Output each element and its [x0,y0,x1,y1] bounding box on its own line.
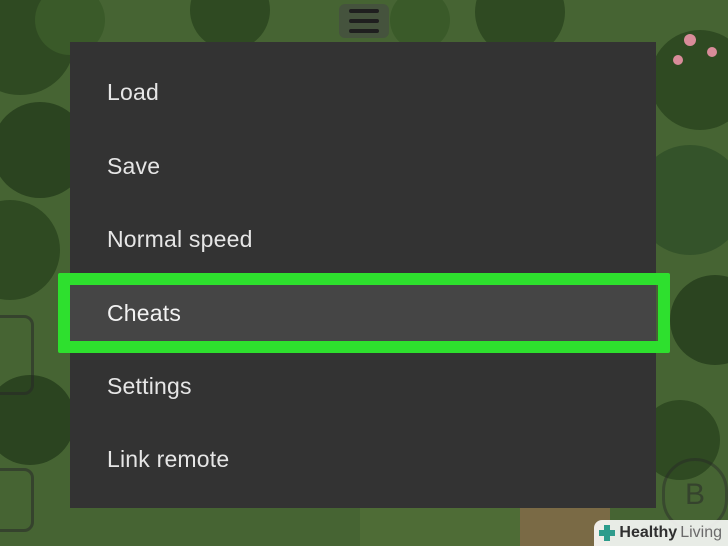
menu-item-link-remote[interactable]: Link remote [70,429,656,489]
health-cross-icon [599,525,616,541]
hamburger-bar [349,9,379,13]
menu-item-label: Load [107,78,159,105]
menu-item-label: Link remote [107,445,230,472]
menu-item-normal-speed[interactable]: Normal speed [70,209,656,269]
hamburger-menu-icon[interactable] [339,4,389,38]
watermark-brand: Healthy [619,524,678,541]
menu-item-load[interactable]: Load [70,62,656,122]
menu-item-label: Save [107,152,161,179]
dpad-control[interactable] [0,315,34,395]
watermark-brand-suffix: Living [680,524,722,541]
menu-item-save[interactable]: Save [70,136,656,196]
watermark: Healthy Living [594,520,728,546]
hamburger-bar [349,29,379,33]
b-button-label: B [684,478,705,511]
menu-item-label: Settings [107,372,192,399]
menu-item-label: Normal speed [107,225,253,252]
select-control[interactable] [0,468,34,532]
hamburger-bar [349,19,379,23]
menu-item-settings[interactable]: Settings [70,356,656,416]
cheats-highlight-frame [58,273,670,353]
